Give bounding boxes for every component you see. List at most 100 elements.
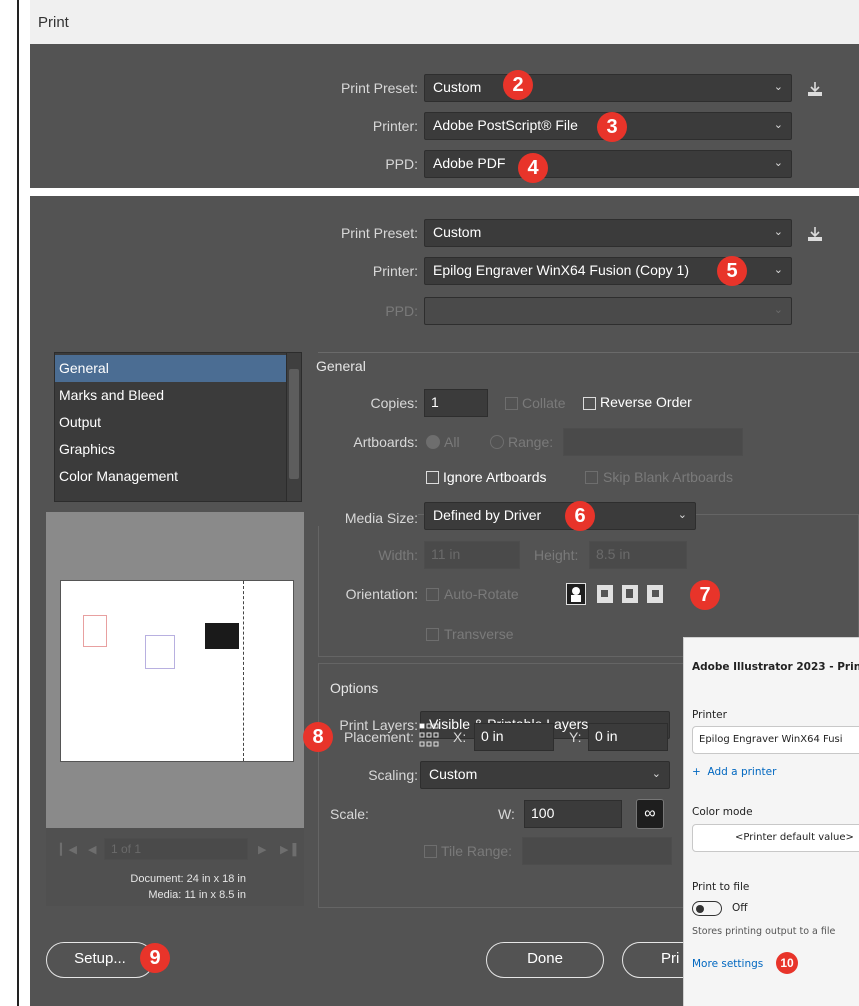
category-color-management[interactable]: Color Management [55,463,287,490]
ignore-artboards-label: Ignore Artboards [443,469,547,485]
document-size: Document: 24 in x 18 in [46,873,246,885]
chevron-down-icon: ⌄ [773,226,783,238]
window-title: Print [38,14,69,31]
page-nav-value: 1 of 1 [111,842,142,856]
y-value: 0 in [595,728,618,744]
skip-blank-label: Skip Blank Artboards [603,469,733,485]
page-boundary-line [243,581,244,761]
scaling-dropdown[interactable]: Custom ⌄ [420,761,670,789]
callout-badge-2: 2 [503,70,533,100]
placement-label: Placement: [343,729,414,745]
window-titlebar: Print [30,0,859,44]
chevron-down-icon: ⌄ [773,119,783,131]
callout-badge-10: 10 [776,952,798,974]
windows-printer-select[interactable]: Epilog Engraver WinX64 Fusi [692,726,859,754]
color-mode-value: <Printer default value> [735,832,854,843]
printer-label: Printer: [372,263,418,279]
copies-value: 1 [431,394,439,410]
copies-input[interactable]: 1 [424,389,488,417]
height-label: Height: [534,547,579,563]
next-page-icon[interactable]: ▶ [258,843,266,856]
chevron-down-icon: ⌄ [773,304,783,316]
add-printer-link[interactable]: + Add a printer [692,766,776,778]
page-nav-field: 1 of 1 [104,838,248,860]
print-preset-value-top: Custom [433,79,482,95]
ignore-artboards-checkbox[interactable] [426,471,439,484]
placement-grid-icon[interactable] [419,723,439,747]
category-marks-and-bleed[interactable]: Marks and Bleed [55,382,287,409]
x-input[interactable]: 0 in [474,723,554,751]
more-settings-link[interactable]: More settings [692,958,763,970]
windows-printer-value: Epilog Engraver WinX64 Fusi [699,734,843,745]
media-size-label: Media Size: [316,510,418,526]
ppd-value-top: Adobe PDF [433,155,506,171]
save-preset-icon[interactable] [806,80,824,98]
category-general[interactable]: General [55,355,287,382]
windows-printer-label: Printer [692,709,727,721]
color-mode-label: Color mode [692,806,753,818]
callout-badge-5: 5 [717,256,747,286]
first-page-icon[interactable]: ▎◀ [60,843,77,856]
auto-rotate-label: Auto-Rotate [444,586,519,602]
category-scrollbar[interactable] [286,353,301,501]
transverse-label: Transverse [444,626,514,642]
landscape-orientation-icon[interactable] [597,585,613,603]
link-constrain-icon[interactable]: ∞ [636,799,664,829]
scale-w-value: 100 [531,805,555,821]
category-output[interactable]: Output [55,409,287,436]
prev-page-icon[interactable]: ◀ [88,843,96,856]
x-value: 0 in [481,728,504,744]
print-to-file-label: Print to file [692,881,750,893]
left-border [17,0,19,1006]
general-rule [318,352,859,353]
ppd-dropdown-top[interactable]: Adobe PDF ⌄ [424,150,792,178]
transverse-checkbox [426,628,439,641]
media-size-dropdown[interactable]: Defined by Driver ⌄ [424,502,696,530]
panel-separator [30,188,859,196]
category-graphics[interactable]: Graphics [55,436,287,463]
document-value: 24 in x 18 in [186,873,246,885]
print-to-file-description: Stores printing output to a file [692,926,836,937]
height-value: 8.5 in [596,546,631,562]
windows-print-dialog: Adobe Illustrator 2023 - Print Printer E… [683,637,859,1006]
media-size-info: Media: 11 in x 8.5 in [46,889,246,901]
print-preset-label: Print Preset: [340,225,418,241]
chevron-down-icon: ⌄ [773,264,783,276]
ppd-label-top: PPD: [385,156,418,172]
auto-rotate-checkbox [426,588,439,601]
done-button[interactable]: Done [486,942,604,978]
portrait-orientation-icon[interactable] [566,583,586,605]
media-value: 11 in x 8.5 in [184,889,246,901]
save-preset-icon[interactable] [806,225,824,243]
scrollbar-thumb[interactable] [289,369,299,479]
print-preset-dropdown-top[interactable]: Custom ⌄ [424,74,792,102]
callout-badge-3: 3 [597,112,627,142]
print-preset-dropdown[interactable]: Custom ⌄ [424,219,792,247]
callout-badge-6: 6 [565,501,595,531]
chevron-down-icon: ⌄ [773,81,783,93]
chevron-down-icon: ⌄ [651,768,661,780]
artboards-label: Artboards: [353,434,418,450]
landscape-flipped-orientation-icon[interactable] [647,585,663,603]
printer-value-top: Adobe PostScript® File [433,117,578,133]
last-page-icon[interactable]: ▶▐ [280,843,296,856]
y-label: Y: [569,729,582,745]
ppd-label: PPD: [385,303,418,319]
range-input [563,428,743,456]
plus-icon: + [692,766,701,778]
scale-w-input[interactable]: 100 [524,800,622,828]
print-to-file-toggle[interactable] [692,901,722,916]
width-label: Width: [378,547,418,563]
y-input[interactable]: 0 in [588,723,668,751]
tile-range-input [522,837,672,865]
reverse-order-checkbox[interactable] [583,397,596,410]
preview-page[interactable] [60,580,294,762]
scaling-value: Custom [429,766,478,782]
callout-badge-9: 9 [140,943,170,973]
height-input: 8.5 in [589,541,687,569]
color-mode-select[interactable]: <Printer default value> [692,824,859,852]
setup-button[interactable]: Setup... [46,942,154,978]
portrait-flipped-orientation-icon[interactable] [622,585,638,603]
range-radio [490,435,504,449]
x-label: X: [453,729,467,745]
